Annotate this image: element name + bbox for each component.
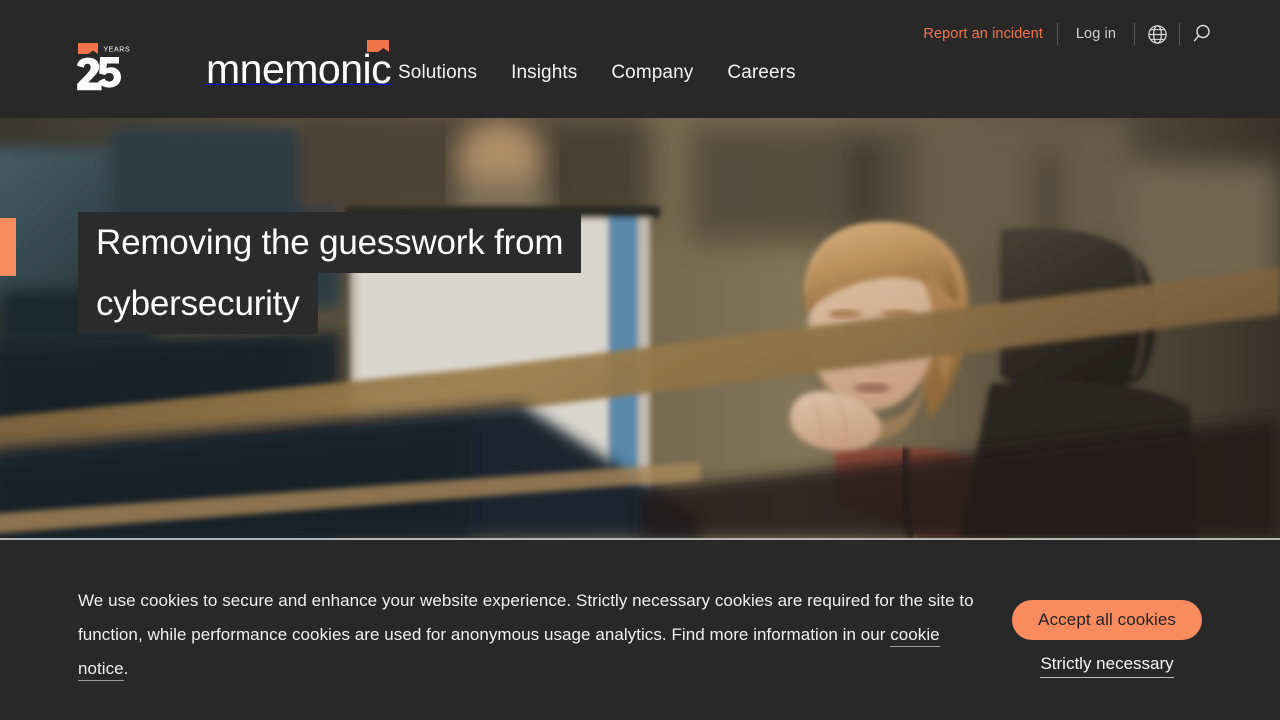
wordmark: mnemonic (206, 40, 392, 92)
hero-headline-line-2: cybersecurity (78, 273, 318, 334)
hero-content: Removing the guesswork from cybersecurit… (78, 212, 698, 334)
cookie-text-after-link: . (123, 659, 129, 678)
search-icon[interactable] (1180, 22, 1224, 46)
site-logo[interactable]: YEARS mnemonic (76, 36, 392, 92)
hero-accent-bar (0, 218, 16, 276)
wordmark-flag-icon (367, 40, 390, 53)
main-navigation: Solutions Insights Company Careers (398, 62, 796, 84)
anniversary-years-label: YEARS (104, 47, 131, 54)
globe-icon[interactable] (1135, 22, 1179, 46)
cookie-banner-text: We use cookies to secure and enhance you… (78, 584, 988, 686)
login-link[interactable]: Log in (1058, 27, 1134, 42)
strictly-necessary-button[interactable]: Strictly necessary (1040, 654, 1174, 678)
nav-item-careers[interactable]: Careers (727, 62, 795, 84)
accept-all-cookies-button[interactable]: Accept all cookies (1012, 600, 1202, 640)
cookie-banner-actions: Accept all cookies Strictly necessary (1012, 600, 1202, 678)
nav-item-company[interactable]: Company (611, 62, 693, 84)
wordmark-label: mnemonic (206, 46, 392, 92)
cookie-consent-banner: We use cookies to secure and enhance you… (0, 538, 1280, 720)
site-header: Report an incident Log in YEARS mnemonic… (0, 0, 1280, 118)
anniversary-25-years-icon: YEARS (76, 40, 130, 92)
utility-bar: Report an incident Log in (923, 22, 1224, 46)
nav-item-solutions[interactable]: Solutions (398, 62, 477, 84)
page-root: Report an incident Log in YEARS mnemonic… (0, 0, 1280, 720)
cookie-text-before-link: We use cookies to secure and enhance you… (78, 591, 974, 644)
report-incident-link[interactable]: Report an incident (923, 27, 1057, 42)
hero-headline-line-1: Removing the guesswork from (78, 212, 582, 273)
nav-item-insights[interactable]: Insights (511, 62, 577, 84)
hero-headline: Removing the guesswork from cybersecurit… (78, 212, 698, 334)
hero-section: Removing the guesswork from cybersecurit… (0, 118, 1280, 538)
